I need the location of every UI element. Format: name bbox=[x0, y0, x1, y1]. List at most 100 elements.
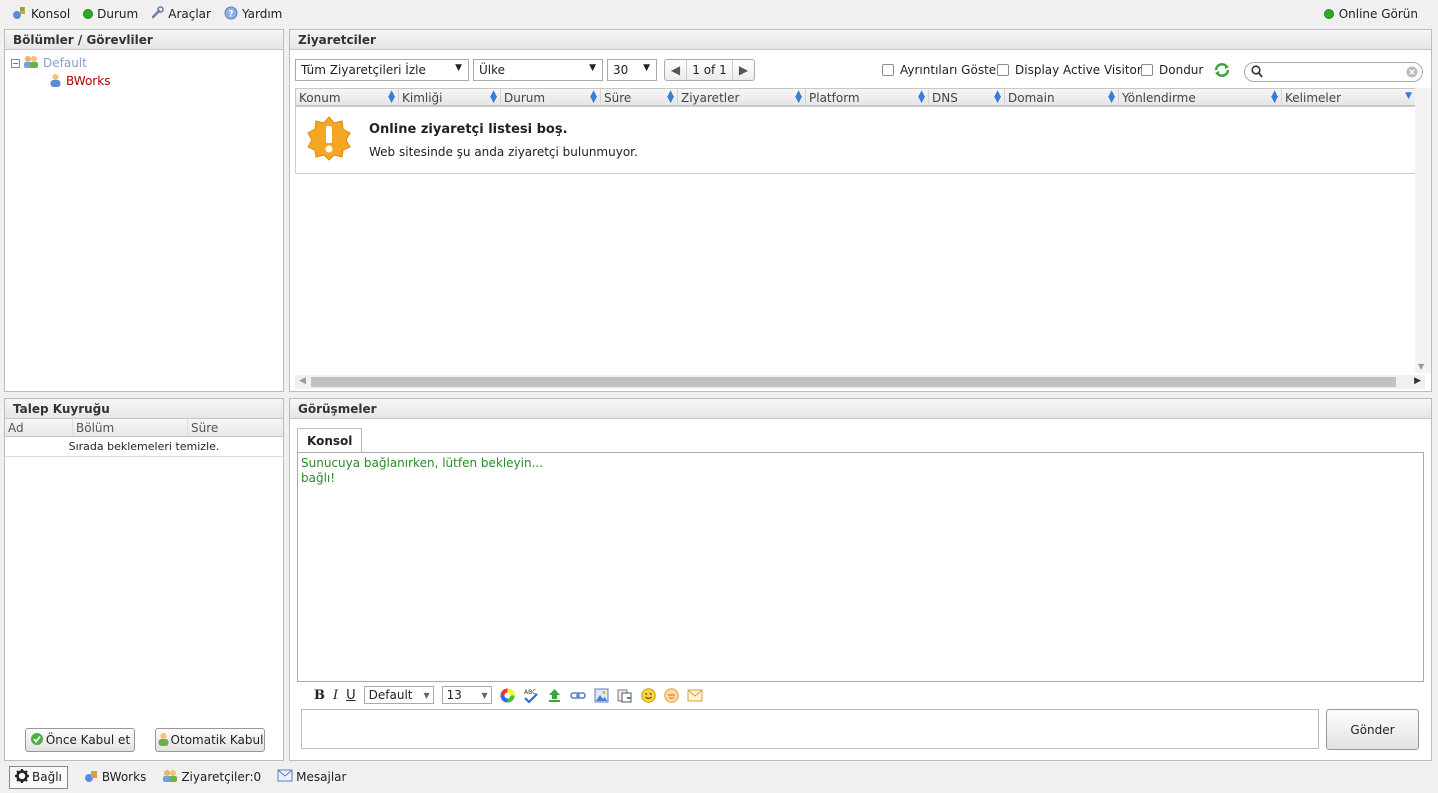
queue-col-name[interactable]: Ad bbox=[5, 419, 73, 436]
menu-status[interactable]: Durum bbox=[83, 7, 138, 21]
col-platform[interactable]: Platform ▲ ▼ bbox=[806, 89, 929, 105]
sort-icon: ▲ ▼ bbox=[490, 89, 497, 105]
paste-icon[interactable] bbox=[617, 688, 633, 703]
col-dns[interactable]: DNS ▲ ▼ bbox=[929, 89, 1005, 105]
col-location-label: Konum bbox=[299, 91, 341, 105]
queue-title: Talep Kuyruğu bbox=[5, 399, 283, 419]
console-output: Sunucuya bağlanırken, lütfen bekleyin...… bbox=[297, 452, 1424, 682]
departments-panel: Bölümler / Görevliler − Default BWorks bbox=[4, 29, 284, 392]
scroll-right-arrow-icon[interactable]: ▶ bbox=[1414, 376, 1421, 386]
menu-console[interactable]: Konsol bbox=[12, 5, 70, 23]
visitors-count-button[interactable]: Ziyaretçiler:0 bbox=[162, 769, 261, 786]
buzz-icon[interactable] bbox=[663, 687, 679, 703]
col-location[interactable]: Konum ▲ ▼ bbox=[296, 89, 399, 105]
queue-col-department[interactable]: Bölüm bbox=[73, 419, 188, 436]
country-dropdown-arrow-icon: ▼ bbox=[589, 63, 596, 73]
freeze-box[interactable] bbox=[1141, 64, 1153, 76]
tree-collapse-icon[interactable]: − bbox=[11, 58, 20, 68]
messages-button[interactable]: Mesajlar bbox=[277, 769, 346, 785]
smiley-icon[interactable] bbox=[640, 687, 656, 703]
accept-first-label: Önce Kabul et bbox=[45, 733, 131, 747]
color-picker-icon[interactable] bbox=[500, 688, 515, 703]
freeze-checkbox[interactable]: Dondur bbox=[1141, 63, 1203, 77]
country-value: Ülke bbox=[479, 63, 506, 77]
col-dns-label: DNS bbox=[932, 91, 958, 105]
col-keywords[interactable]: Kelimeler ▼ bbox=[1282, 89, 1415, 105]
online-dot-icon bbox=[1323, 9, 1334, 19]
col-id-label: Kimliği bbox=[402, 91, 443, 105]
freeze-label: Dondur bbox=[1159, 63, 1204, 77]
size-dropdown-arrow-icon: ▼ bbox=[481, 690, 488, 700]
email-icon[interactable] bbox=[687, 689, 703, 702]
page-info: 1 of 1 bbox=[692, 63, 727, 77]
queue-empty-row: Sırada beklemeleri temizle. bbox=[5, 437, 283, 457]
display-active-checkbox[interactable]: Display Active Visitors bbox=[997, 63, 1148, 77]
display-active-box[interactable] bbox=[997, 64, 1009, 76]
menu-help[interactable]: ? Yardım bbox=[224, 6, 282, 23]
visitor-horizontal-scrollbar[interactable]: ◀ ▶ bbox=[295, 375, 1425, 389]
queue-panel: Talep Kuyruğu Ad Bölüm Süre Sırada bekle… bbox=[4, 398, 284, 761]
auto-accept-button[interactable]: Otomatik Kabul bbox=[155, 728, 265, 752]
departments-title: Bölümler / Görevliler bbox=[5, 30, 283, 50]
show-details-box[interactable] bbox=[882, 64, 894, 76]
prev-page-icon[interactable]: ◀ bbox=[665, 60, 687, 80]
horizontal-scroll-thumb[interactable] bbox=[311, 377, 1396, 387]
tree-group-label: Default bbox=[43, 56, 87, 70]
col-referrer-label: Yönlendirme bbox=[1122, 91, 1196, 105]
scroll-down-arrow-icon[interactable]: ▼ bbox=[1418, 362, 1424, 371]
tree-node-default[interactable]: − Default bbox=[11, 54, 277, 72]
col-domain[interactable]: Domain ▲ ▼ bbox=[1005, 89, 1119, 105]
visitor-search-input[interactable] bbox=[1265, 64, 1405, 80]
clear-search-icon[interactable] bbox=[1406, 66, 1418, 81]
tree-operator-label: BWorks bbox=[66, 74, 111, 88]
operator-label: BWorks bbox=[101, 770, 147, 784]
italic-icon[interactable]: I bbox=[333, 688, 338, 703]
menu-console-label: Konsol bbox=[31, 7, 71, 21]
page-size-select[interactable]: 30 ▼ bbox=[607, 59, 657, 81]
accept-first-button[interactable]: Önce Kabul et bbox=[25, 728, 135, 752]
console-icon bbox=[12, 5, 27, 23]
font-select[interactable]: Default ▼ bbox=[363, 686, 434, 704]
tab-console[interactable]: Konsol bbox=[297, 428, 363, 452]
refresh-icon[interactable] bbox=[1213, 62, 1231, 81]
chats-panel: Görüşmeler Konsol Sunucuya bağlanırken, … bbox=[289, 398, 1432, 761]
visitor-filter-select[interactable]: Tüm Ziyaretçileri İzle ▼ bbox=[295, 59, 469, 81]
col-visits[interactable]: Ziyaretler ▲ ▼ bbox=[678, 89, 806, 105]
upload-icon[interactable] bbox=[547, 688, 562, 703]
country-select[interactable]: Ülke ▼ bbox=[473, 59, 603, 81]
next-page-icon[interactable]: ▶ bbox=[732, 60, 754, 80]
visitor-vertical-scrollbar[interactable]: ▼ bbox=[1415, 88, 1431, 373]
col-referrer[interactable]: Yönlendirme ▲ ▼ bbox=[1119, 89, 1282, 105]
filter-dropdown-arrow-icon: ▼ bbox=[455, 63, 462, 73]
visitor-filter-value: Tüm Ziyaretçileri İzle bbox=[301, 63, 426, 77]
font-dropdown-arrow-icon: ▼ bbox=[423, 690, 430, 700]
spellcheck-icon[interactable]: ABC bbox=[523, 688, 539, 703]
link-icon[interactable] bbox=[569, 688, 586, 703]
col-duration[interactable]: Süre ▲ ▼ bbox=[601, 89, 678, 105]
underline-icon[interactable]: U bbox=[346, 688, 356, 703]
send-button[interactable]: Gönder bbox=[1326, 709, 1419, 750]
sort-icon: ▲ ▼ bbox=[667, 89, 674, 105]
sort-icon: ▲ ▼ bbox=[795, 89, 802, 105]
operator-button[interactable]: BWorks bbox=[84, 769, 146, 786]
message-input[interactable] bbox=[301, 709, 1319, 749]
queue-col-time[interactable]: Süre bbox=[188, 419, 283, 436]
menu-tools[interactable]: Araçlar bbox=[151, 6, 211, 22]
connection-status-button[interactable]: Bağlı bbox=[9, 765, 68, 789]
col-platform-label: Platform bbox=[809, 91, 860, 105]
visitor-search-field[interactable] bbox=[1244, 62, 1423, 82]
show-details-checkbox[interactable]: Ayrıntıları Göster bbox=[882, 63, 1001, 77]
online-status-toggle[interactable]: Online Görün bbox=[1323, 0, 1418, 28]
show-details-label: Ayrıntıları Göster bbox=[900, 63, 1002, 77]
column-menu-icon[interactable]: ▼ bbox=[1405, 92, 1412, 101]
sort-icon: ▲ ▼ bbox=[1108, 89, 1115, 105]
editor-toolbar: B I U Default ▼ 13 ▼ ABC bbox=[304, 683, 711, 707]
image-icon[interactable] bbox=[594, 688, 609, 703]
menu-help-label: Yardım bbox=[241, 7, 283, 21]
col-status[interactable]: Durum ▲ ▼ bbox=[501, 89, 601, 105]
col-id[interactable]: Kimliği ▲ ▼ bbox=[399, 89, 501, 105]
bold-icon[interactable]: B bbox=[314, 688, 325, 703]
scroll-left-arrow-icon[interactable]: ◀ bbox=[299, 376, 306, 386]
size-select[interactable]: 13 ▼ bbox=[441, 686, 492, 704]
tree-node-operator[interactable]: BWorks bbox=[29, 72, 277, 90]
